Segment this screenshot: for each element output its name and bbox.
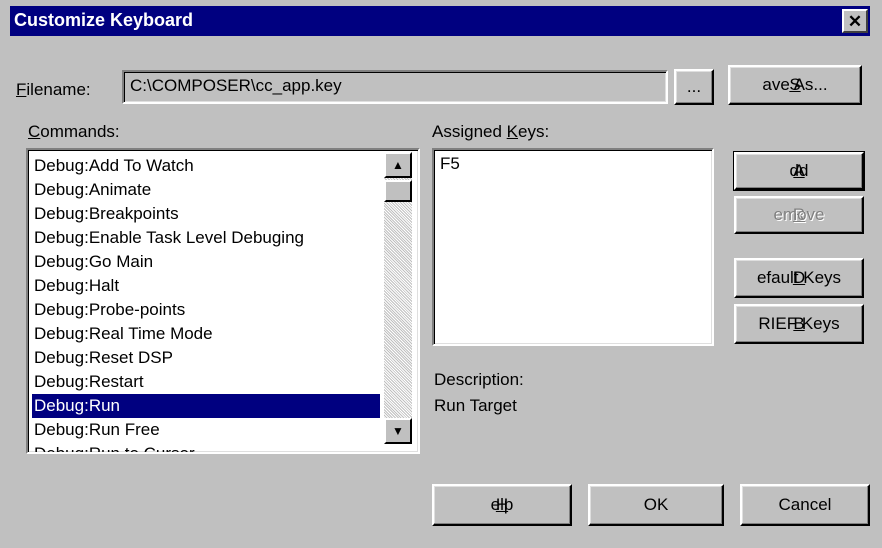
command-list-item[interactable]: Debug:Enable Task Level Debuging (32, 226, 380, 250)
description-label: Description: (434, 370, 524, 389)
arrow-up-icon: ▲ (392, 158, 404, 172)
command-list-item[interactable]: Debug:Probe-points (32, 298, 380, 322)
default-keys-button[interactable]: Default Keys (734, 258, 864, 298)
cancel-button[interactable]: Cancel (740, 484, 870, 526)
ok-label: OK (643, 495, 669, 514)
remove-button[interactable]: Remove (734, 196, 864, 234)
assigned-key-item[interactable]: F5 (440, 154, 460, 174)
filename-field[interactable]: C:\COMPOSER\cc_app.key (122, 70, 668, 104)
assigned-keys-listbox[interactable]: F5 (432, 148, 714, 346)
save-as-button[interactable]: Save As... (728, 65, 862, 105)
command-list-item[interactable]: Debug:Run (32, 394, 380, 418)
command-list-item[interactable]: Debug:Go Main (32, 250, 380, 274)
window-title: Customize Keyboard (14, 10, 194, 30)
help-button[interactable]: Help (432, 484, 572, 526)
assigned-keys-label: Assigned Keys: (432, 122, 550, 141)
commands-label: Commands: (28, 122, 120, 141)
brief-keys-button[interactable]: B RIEF Keys (734, 304, 864, 344)
command-list-item[interactable]: Debug:Real Time Mode (32, 322, 380, 346)
arrow-down-icon: ▼ (392, 424, 404, 438)
cancel-label: Cancel (778, 495, 832, 514)
browse-label: ... (686, 77, 702, 96)
command-list-item[interactable]: Debug:Restart (32, 370, 380, 394)
command-list-item[interactable]: Debug:Halt (32, 274, 380, 298)
customize-keyboard-dialog: Customize Keyboard ✕ Filename: C:\COMPOS… (0, 0, 882, 548)
commands-listbox[interactable]: Debug:Add To Watch Debug:Animate Debug:Bre… (26, 148, 420, 454)
title-bar[interactable]: Customize Keyboard ✕ (10, 6, 870, 36)
browse-button[interactable]: ... (674, 69, 714, 105)
ok-button[interactable]: OK (588, 484, 724, 526)
command-list-item[interactable]: Debug:Reset DSP (32, 346, 380, 370)
filename-label: Filename: (16, 80, 91, 99)
scroll-thumb[interactable] (384, 180, 412, 202)
command-list-item[interactable]: Debug:Run Free (32, 418, 380, 442)
filename-value: C:\COMPOSER\cc_app.key (130, 76, 342, 95)
close-button[interactable]: ✕ (842, 9, 868, 33)
commands-scrollbar[interactable]: ▲ ▼ (384, 152, 412, 444)
description-value: Run Target (434, 396, 517, 415)
add-button[interactable]: Add (733, 151, 865, 191)
command-list-item[interactable]: Debug:Breakpoints (32, 202, 380, 226)
close-icon: ✕ (847, 12, 863, 31)
scroll-up-button[interactable]: ▲ (384, 152, 412, 178)
command-list-item[interactable]: Debug:Animate (32, 178, 380, 202)
command-list-item[interactable]: Debug:Run to Cursor (32, 442, 380, 452)
command-list-item[interactable]: Debug:Add To Watch (32, 154, 380, 178)
scroll-down-button[interactable]: ▼ (384, 418, 412, 444)
